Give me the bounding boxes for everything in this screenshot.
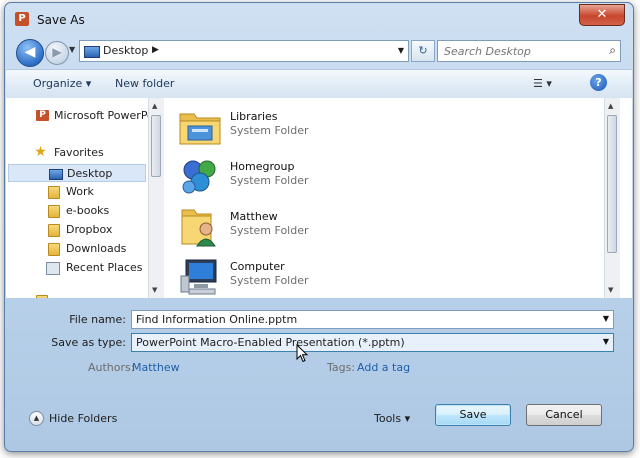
file-list-scrollbar[interactable]: ▲ ▼ [604,98,620,298]
file-name: Computer [230,260,285,273]
sidebar-item-label: Downloads [66,242,127,255]
refresh-button[interactable]: ↻ [411,40,435,62]
navigation-bar: ◀ ▶ ▼ Desktop ▶ ▼ ↻ ⌕ [5,33,633,69]
folder-icon [48,205,60,218]
file-item-libraries[interactable]: Libraries System Folder [178,104,478,150]
save-as-dialog: P Save As ✕ ◀ ▶ ▼ Desktop ▶ ▼ ↻ ⌕ Organi… [4,2,634,452]
address-dropdown-icon[interactable]: ▼ [398,46,404,55]
sidebar-item-desktop[interactable]: Desktop [8,164,146,182]
desktop-icon [49,169,63,180]
navigation-pane-scrollbar[interactable]: ▲ ▼ [148,98,164,298]
downloads-icon [48,243,60,256]
libraries-icon [179,113,221,145]
file-type: System Folder [230,274,309,287]
user-folder-icon [181,209,216,247]
file-name: Libraries [230,110,278,123]
window-title: Save As [37,13,85,27]
scroll-down-icon[interactable]: ▼ [608,286,613,294]
scrollbar-thumb[interactable] [151,115,161,177]
chevron-up-icon: ▲ [29,411,44,426]
breadcrumb-chevron-icon[interactable]: ▶ [152,45,159,55]
file-name-value[interactable]: Find Information Online.pptm [136,313,297,326]
file-item-computer[interactable]: Computer System Folder [178,254,478,298]
file-name: Homegroup [230,160,295,173]
title-bar[interactable]: P Save As ✕ [5,3,633,33]
chevron-down-icon[interactable]: ▼ [603,337,609,346]
sidebar-item-label: Microsoft PowerPo [54,109,148,122]
save-button[interactable]: Save [435,404,511,426]
authors-value[interactable]: Matthew [132,361,180,374]
scroll-down-icon[interactable]: ▼ [152,286,157,294]
computer-icon [180,259,217,295]
save-options: File name: Find Information Online.pptm … [6,299,632,449]
file-type: System Folder [230,174,309,187]
hide-folders-button[interactable]: ▲ Hide Folders [29,411,118,426]
search-box[interactable]: ⌕ [437,40,621,62]
tools-button[interactable]: Tools ▾ [374,412,410,425]
file-item-homegroup[interactable]: Homegroup System Folder [178,154,478,200]
address-text[interactable]: Desktop [103,44,148,57]
recent-pages-dropdown-icon[interactable]: ▼ [69,45,75,54]
dropbox-icon [48,224,60,237]
change-view-button[interactable]: ☰ ▾ [533,77,552,90]
search-input[interactable] [438,41,604,61]
chevron-down-icon[interactable]: ▼ [603,314,609,323]
homegroup-icon [182,160,216,194]
tags-value[interactable]: Add a tag [357,361,410,374]
sidebar-item-label: e-books [66,204,110,217]
back-button[interactable]: ◀ [16,39,44,67]
search-icon[interactable]: ⌕ [609,43,616,58]
scroll-up-icon[interactable]: ▲ [608,102,613,110]
folder-icon [48,186,60,199]
save-as-type-select[interactable]: PowerPoint Macro-Enabled Presentation (*… [131,333,614,352]
authors-label: Authors: [88,361,135,374]
scroll-up-icon[interactable]: ▲ [152,102,157,110]
tags-label: Tags: [327,361,356,374]
file-type: System Folder [230,224,309,237]
command-toolbar: Organize ▾ New folder ☰ ▾ ? [6,69,632,99]
file-name-field[interactable]: Find Information Online.pptm ▼ [131,310,614,329]
file-name: Matthew [230,210,278,223]
file-name-label: File name: [69,313,126,326]
sidebar-item-label: Dropbox [66,223,113,236]
file-list: Libraries System Folder Homegroup System… [164,98,604,298]
save-as-type-value[interactable]: PowerPoint Macro-Enabled Presentation (*… [136,336,405,349]
powerpoint-icon: P [36,110,49,121]
folder-icon [36,295,48,298]
mouse-cursor-icon [296,344,309,363]
save-as-type-label: Save as type: [51,336,126,349]
file-item-matthew[interactable]: Matthew System Folder [178,204,478,250]
cancel-button[interactable]: Cancel [526,404,602,426]
scrollbar-thumb[interactable] [607,115,617,253]
browser-content: P Microsoft PowerPo ★ Favorites Desktop … [6,98,632,298]
forward-button[interactable]: ▶ [45,41,69,65]
file-type: System Folder [230,124,309,137]
organize-button[interactable]: Organize ▾ [33,77,91,90]
new-folder-button[interactable]: New folder [115,77,174,90]
help-icon[interactable]: ? [590,74,607,91]
sidebar-item-label: Work [66,185,94,198]
sidebar-item-label: Recent Places [66,261,143,274]
star-icon: ★ [34,144,47,160]
navigation-pane: P Microsoft PowerPo ★ Favorites Desktop … [6,98,148,298]
recent-places-icon [46,262,60,275]
powerpoint-app-icon: P [15,12,29,26]
address-bar[interactable]: Desktop ▶ ▼ [79,40,409,62]
sidebar-item-label: Favorites [54,146,104,159]
desktop-icon [84,46,100,58]
sidebar-item-label: Desktop [67,167,113,180]
hide-folders-label: Hide Folders [49,412,118,425]
close-button[interactable]: ✕ [579,4,625,26]
